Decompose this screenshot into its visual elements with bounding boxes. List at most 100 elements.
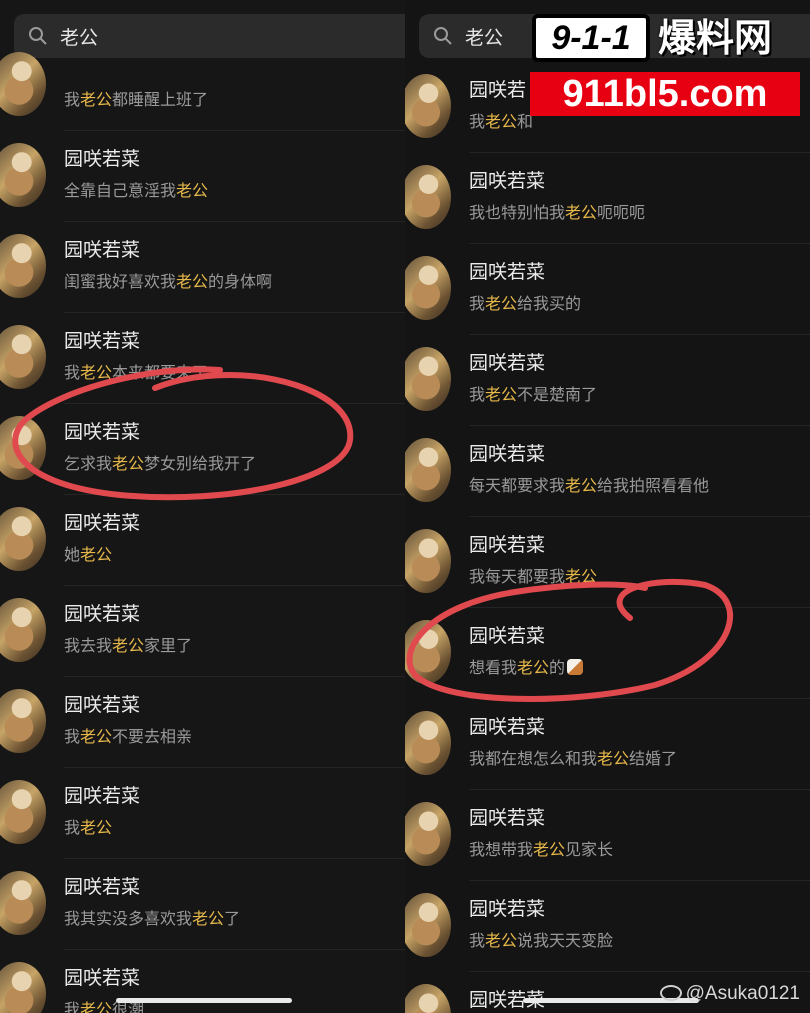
- chat-result-row[interactable]: 我老公都睡醒上班了: [0, 40, 405, 131]
- contact-name: 园咲若菜: [469, 898, 546, 920]
- contact-name: 园咲若菜: [64, 421, 141, 443]
- chat-result-row[interactable]: 园咲若菜我老公不是楚南了: [405, 335, 810, 426]
- message-text: 结婚了: [629, 749, 678, 768]
- message-preview: 我老公本来都要来了: [64, 359, 208, 383]
- home-indicator: [116, 998, 292, 1003]
- watermark-text: @Asuka0121: [685, 983, 800, 1004]
- chat-result-row[interactable]: 园咲若菜 闺蜜我好喜欢我老公的身体啊: [0, 222, 405, 313]
- avatar: [0, 962, 46, 1013]
- message-text: 我: [64, 1000, 81, 1013]
- avatar: [0, 416, 46, 480]
- message-text: 说我天天变脸: [517, 931, 614, 950]
- search-match-highlight: 老公: [597, 749, 630, 768]
- search-match-highlight: 老公: [80, 363, 113, 382]
- chat-result-row[interactable]: 园咲若菜我也特别怕我老公呃呃呃: [405, 153, 810, 244]
- search-match-highlight: 老公: [565, 567, 598, 586]
- chat-result-row[interactable]: 园咲若菜乞求我老公梦女别给我开了: [0, 404, 405, 495]
- search-match-highlight: 老公: [112, 454, 145, 473]
- avatar: [0, 689, 46, 753]
- message-text: 本来都要来了: [112, 363, 209, 382]
- search-match-highlight: 老公: [485, 385, 518, 404]
- message-text: 我: [469, 385, 486, 404]
- message-text: 见家长: [565, 840, 614, 859]
- avatar: [405, 438, 451, 502]
- message-preview: 她老公: [64, 541, 112, 565]
- rooster-emoji: [567, 659, 584, 675]
- chat-result-row[interactable]: 园咲若菜 我老公很潮: [0, 950, 405, 1013]
- avatar: [0, 507, 46, 571]
- chat-result-row[interactable]: 园咲若菜 我想带我老公见家长: [405, 790, 810, 881]
- message-text: 乞求我: [64, 454, 113, 473]
- message-preview: 全靠自己意淫我老公: [64, 177, 208, 201]
- chat-result-row[interactable]: 园咲若菜 我老公给我买的: [405, 244, 810, 335]
- chat-result-row[interactable]: 园咲若菜 我都在想怎么和我老公结婚了: [405, 699, 810, 790]
- message-text: 我: [469, 931, 486, 950]
- message-text: 我去我: [64, 636, 113, 655]
- chat-result-row[interactable]: 园咲若菜 我老公本来都要来了: [0, 313, 405, 404]
- contact-name: 园咲若菜: [469, 352, 546, 374]
- search-match-highlight: 老公: [80, 818, 113, 837]
- search-match-highlight: 老公: [485, 931, 518, 950]
- chat-result-row[interactable]: 园咲若菜 她老公: [0, 495, 405, 586]
- chat-result-row[interactable]: 园咲若菜 我其实没多喜欢我老公了: [0, 859, 405, 950]
- message-preview: 我去我老公家里了: [64, 632, 192, 656]
- message-preview: 乞求我老公梦女别给我开了: [64, 450, 256, 474]
- chat-result-row[interactable]: 园咲若菜我去我老公家里了: [0, 586, 405, 677]
- avatar: [405, 711, 451, 775]
- avatar: [0, 52, 46, 116]
- message-text: 全靠自己意淫我: [64, 181, 177, 200]
- avatar: [405, 984, 451, 1013]
- chat-result-row[interactable]: 园咲若菜我老公说我天天变脸: [405, 881, 810, 972]
- avatar: [405, 529, 451, 593]
- message-text: 不要去相亲: [112, 727, 193, 746]
- message-text: 家里了: [144, 636, 193, 655]
- contact-name: 园咲若菜: [469, 716, 546, 738]
- weibo-watermark: @Asuka0121: [659, 983, 800, 1005]
- message-text: 我每天都要我: [469, 567, 566, 586]
- message-preview: 我每天都要我老公: [469, 563, 597, 587]
- search-match-highlight: 老公: [176, 181, 209, 200]
- message-preview: 我老公和: [469, 108, 533, 132]
- avatar: [0, 871, 46, 935]
- contact-name: 园咲若菜: [64, 603, 141, 625]
- search-match-highlight: 老公: [533, 840, 566, 859]
- chat-result-row[interactable]: 园咲若菜 我老公不要去相亲: [0, 677, 405, 768]
- message-text: 都睡醒上班了: [112, 90, 209, 109]
- chat-result-row[interactable]: 园咲若菜 全靠自己意淫我老公: [0, 131, 405, 222]
- search-match-highlight: 老公: [192, 909, 225, 928]
- message-text: 我也特别怕我: [469, 203, 566, 222]
- message-preview: 想看我老公的: [469, 654, 584, 678]
- contact-name: 园咲若菜: [469, 170, 546, 192]
- avatar: [0, 325, 46, 389]
- search-match-highlight: 老公: [80, 90, 113, 109]
- contact-name: 园咲若菜: [469, 807, 546, 829]
- search-match-highlight: 老公: [565, 476, 598, 495]
- message-preview: 我也特别怕我老公呃呃呃: [469, 199, 645, 223]
- message-text: 我其实没多喜欢我: [64, 909, 193, 928]
- search-match-highlight: 老公: [112, 636, 145, 655]
- message-preview: 我老公说我天天变脸: [469, 927, 613, 951]
- message-text: 我: [469, 112, 486, 131]
- avatar: [405, 802, 451, 866]
- message-preview: 我老公都睡醒上班了: [64, 86, 208, 110]
- logo-brand-text: 爆料网: [658, 16, 773, 60]
- search-match-highlight: 老公: [517, 658, 550, 677]
- avatar: [405, 256, 451, 320]
- message-text: 的: [549, 658, 566, 677]
- contact-name: 园咲若: [469, 79, 527, 101]
- weibo-icon: [659, 985, 682, 1001]
- chat-result-row[interactable]: 园咲若菜 每天都要求我老公给我拍照看看他: [405, 426, 810, 517]
- logo-badge: 9-1-1: [532, 14, 650, 62]
- contact-name: 园咲若菜: [469, 625, 546, 647]
- contact-name: 园咲若菜: [469, 261, 546, 283]
- avatar: [405, 620, 451, 684]
- chat-result-row[interactable]: 园咲若菜想看我老公的: [405, 608, 810, 699]
- contact-name: 园咲若菜: [64, 967, 141, 989]
- message-text: 不是楚南了: [517, 385, 598, 404]
- search-match-highlight: 老公: [485, 112, 518, 131]
- chat-result-row[interactable]: 园咲若菜 我老公: [0, 768, 405, 859]
- message-preview: 每天都要求我老公给我拍照看看他: [469, 472, 709, 496]
- right-screenshot-panel: 老公 园咲若 我老公和 园咲若菜 我也特别怕我老公呃呃呃 园咲若菜 我老公给我买的 园咲若菜…: [405, 0, 810, 1013]
- chat-result-row[interactable]: 园咲若菜 我每天都要我老公: [405, 517, 810, 608]
- message-text: 我: [64, 90, 81, 109]
